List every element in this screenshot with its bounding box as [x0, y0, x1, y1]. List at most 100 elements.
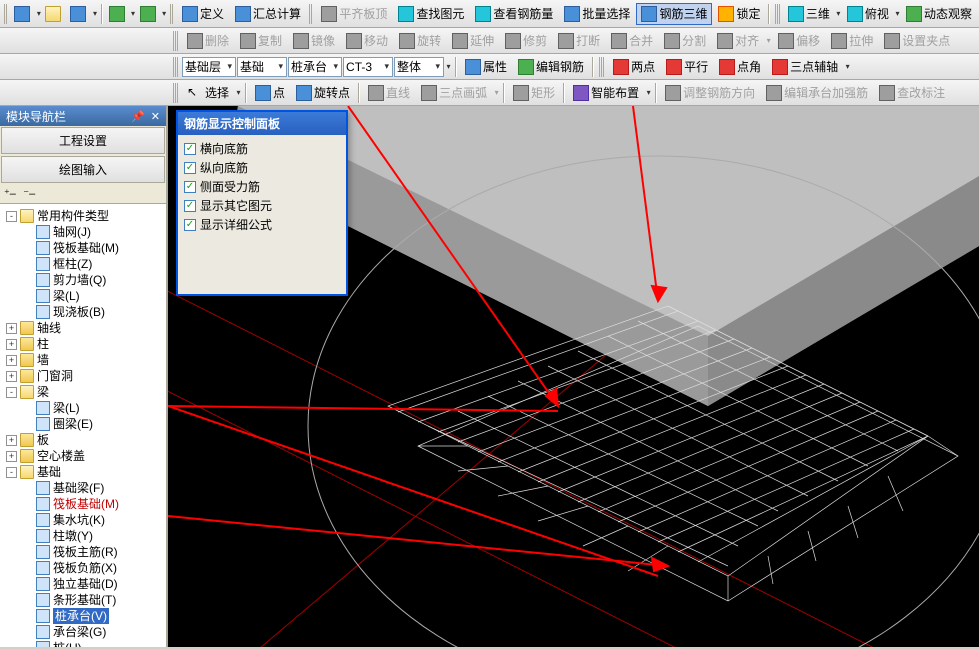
- new-button[interactable]: [11, 3, 35, 25]
- view-annotation-button[interactable]: 查改标注: [874, 82, 950, 104]
- edit-rebar-button[interactable]: 编辑钢筋: [513, 56, 589, 78]
- tree-node[interactable]: 筏板基础(M): [2, 240, 164, 256]
- category-select[interactable]: 基础: [237, 57, 287, 77]
- tree-expander[interactable]: +: [6, 323, 17, 334]
- tree-node[interactable]: 柱墩(Y): [2, 528, 164, 544]
- component-select[interactable]: 桩承台: [288, 57, 342, 77]
- point-angle-button[interactable]: 点角: [714, 56, 766, 78]
- define-button[interactable]: 定义: [177, 3, 229, 25]
- tree-expander[interactable]: -: [6, 387, 17, 398]
- checkbox-icon[interactable]: ✓: [184, 200, 196, 212]
- find-element-button[interactable]: 查找图元: [393, 3, 469, 25]
- pin-icon[interactable]: 📌: [131, 110, 145, 123]
- tree-node[interactable]: -梁: [2, 384, 164, 400]
- level-slab-button[interactable]: 平齐板顶: [316, 3, 392, 25]
- extend-button[interactable]: 延伸: [447, 30, 499, 52]
- tree-node[interactable]: 筏板主筋(R): [2, 544, 164, 560]
- rebar-check-row[interactable]: ✓显示详细公式: [184, 215, 340, 234]
- tree-node[interactable]: -基础: [2, 464, 164, 480]
- open-button[interactable]: [42, 3, 66, 25]
- rect-button[interactable]: 矩形: [508, 82, 560, 104]
- tree-node[interactable]: 轴网(J): [2, 224, 164, 240]
- tree-node[interactable]: +空心楼盖: [2, 448, 164, 464]
- checkbox-icon[interactable]: ✓: [184, 219, 196, 231]
- batch-select-button[interactable]: 批量选择: [559, 3, 635, 25]
- tree-node[interactable]: 筏板负筋(X): [2, 560, 164, 576]
- copy-button[interactable]: 复制: [235, 30, 287, 52]
- merge-button[interactable]: 合并: [606, 30, 658, 52]
- smart-layout-button[interactable]: 智能布置: [568, 82, 644, 104]
- save-button[interactable]: [67, 3, 91, 25]
- tree-node[interactable]: 桩承台(V): [2, 608, 164, 624]
- rotate-point-button[interactable]: 旋转点: [291, 82, 355, 104]
- rotate-button[interactable]: 旋转: [394, 30, 446, 52]
- tool-collapse-icon[interactable]: ⁻–: [23, 188, 35, 200]
- rebar-check-row[interactable]: ✓显示其它图元: [184, 196, 340, 215]
- rebar-panel-title[interactable]: 钢筋显示控制面板: [178, 112, 346, 135]
- offset-button[interactable]: 偏移: [773, 30, 825, 52]
- tree-expander[interactable]: +: [6, 355, 17, 366]
- sum-calc-button[interactable]: 汇总计算: [230, 3, 306, 25]
- top-view-button[interactable]: 俯视: [842, 3, 894, 25]
- edit-cap-rebar-button[interactable]: 编辑承台加强筋: [761, 82, 873, 104]
- dropdown-arrow[interactable]: ▾: [836, 9, 841, 18]
- parallel-button[interactable]: 平行: [661, 56, 713, 78]
- tree-expander[interactable]: +: [6, 451, 17, 462]
- tree-node[interactable]: +墙: [2, 352, 164, 368]
- dropdown-arrow[interactable]: ▾: [844, 62, 851, 71]
- set-grip-button[interactable]: 设置夹点: [879, 30, 955, 52]
- rebar-check-row[interactable]: ✓横向底筋: [184, 139, 340, 158]
- dropdown-arrow[interactable]: ▾: [895, 9, 900, 18]
- tree-node[interactable]: 承台梁(G): [2, 624, 164, 640]
- toolbar-handle[interactable]: [173, 57, 179, 77]
- split-button[interactable]: 分割: [659, 30, 711, 52]
- tree-node[interactable]: 现浇板(B): [2, 304, 164, 320]
- dropdown-arrow[interactable]: ▾: [36, 9, 41, 18]
- rebar-check-row[interactable]: ✓纵向底筋: [184, 158, 340, 177]
- view-3d-button[interactable]: 三维: [783, 3, 835, 25]
- tree-node[interactable]: 剪力墙(Q): [2, 272, 164, 288]
- tree-expander[interactable]: -: [6, 211, 17, 222]
- tree-node[interactable]: 基础梁(F): [2, 480, 164, 496]
- mirror-button[interactable]: 镜像: [288, 30, 340, 52]
- checkbox-icon[interactable]: ✓: [184, 143, 196, 155]
- tree-node[interactable]: +轴线: [2, 320, 164, 336]
- sidebar-tab-draw-input[interactable]: 绘图输入: [1, 156, 165, 183]
- checkbox-icon[interactable]: ✓: [184, 181, 196, 193]
- stretch-button[interactable]: 拉伸: [826, 30, 878, 52]
- sidebar-tab-project-settings[interactable]: 工程设置: [1, 127, 165, 154]
- tree-expander[interactable]: +: [6, 339, 17, 350]
- dropdown-arrow[interactable]: ▾: [235, 88, 242, 97]
- tree-expander[interactable]: -: [6, 467, 17, 478]
- toolbar-handle[interactable]: [173, 31, 179, 51]
- tree-node[interactable]: -常用构件类型: [2, 208, 164, 224]
- component-tree[interactable]: -常用构件类型轴网(J)筏板基础(M)框柱(Z)剪力墙(Q)梁(L)现浇板(B)…: [0, 204, 166, 647]
- trim-button[interactable]: 修剪: [500, 30, 552, 52]
- two-points-button[interactable]: 两点: [608, 56, 660, 78]
- tree-node[interactable]: 梁(L): [2, 400, 164, 416]
- toolbar-handle[interactable]: [4, 4, 8, 24]
- tree-node[interactable]: +板: [2, 432, 164, 448]
- point-button[interactable]: 点: [250, 82, 290, 104]
- dropdown-arrow[interactable]: ▾: [493, 88, 500, 97]
- rebar-display-panel[interactable]: 钢筋显示控制面板 ✓横向底筋✓纵向底筋✓侧面受力筋✓显示其它图元✓显示详细公式: [176, 110, 348, 296]
- rebar-check-row[interactable]: ✓侧面受力筋: [184, 177, 340, 196]
- viewport-3d[interactable]: 钢筋显示控制面板 ✓横向底筋✓纵向底筋✓侧面受力筋✓显示其它图元✓显示详细公式: [168, 106, 979, 647]
- adjust-rebar-dir-button[interactable]: 调整钢筋方向: [660, 82, 760, 104]
- tree-node[interactable]: 圈梁(E): [2, 416, 164, 432]
- layer-select[interactable]: 基础层: [182, 57, 236, 77]
- toolbar-handle[interactable]: [173, 83, 179, 103]
- tree-node[interactable]: 集水坑(K): [2, 512, 164, 528]
- move-button[interactable]: 移动: [341, 30, 393, 52]
- tree-node[interactable]: 框柱(Z): [2, 256, 164, 272]
- toolbar-handle[interactable]: [599, 57, 605, 77]
- arc-button[interactable]: 三点画弧: [416, 82, 492, 104]
- rebar-3d-button[interactable]: 钢筋三维: [636, 3, 712, 25]
- dropdown-arrow[interactable]: ▾: [162, 9, 167, 18]
- tree-node[interactable]: +门窗洞: [2, 368, 164, 384]
- tree-node[interactable]: 筏板基础(M): [2, 496, 164, 512]
- line-button[interactable]: 直线: [363, 82, 415, 104]
- properties-button[interactable]: 属性: [460, 56, 512, 78]
- dropdown-arrow[interactable]: ▾: [765, 36, 772, 45]
- tree-node[interactable]: 独立基础(D): [2, 576, 164, 592]
